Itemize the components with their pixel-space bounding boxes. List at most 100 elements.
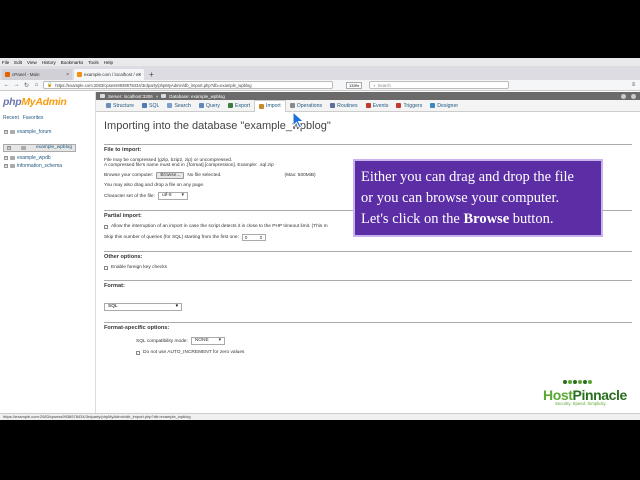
skip-queries-input[interactable]: 0 ⇕ [241, 234, 266, 241]
back-icon[interactable]: ← [3, 82, 10, 88]
tab-routines[interactable]: Routines [326, 100, 361, 112]
sidebar-item-example_wpblog[interactable]: + example_wpblog [3, 144, 77, 152]
search-input[interactable]: ⌕ Search [369, 81, 510, 89]
database-icon [10, 164, 15, 168]
main-panel: Server: localhost:3306 » Database: examp… [96, 92, 640, 413]
charset-select[interactable]: utf-8 ▾ [157, 192, 188, 200]
charset-label: Character set of the file: [104, 193, 155, 199]
browse-button[interactable]: Browse... [156, 172, 185, 179]
address-bar[interactable]: 🔒 https://example.com:2083/cpsess9938978… [43, 81, 333, 89]
menu-item-help[interactable]: Help [104, 60, 113, 65]
tab-sql[interactable]: SQL [138, 100, 163, 112]
favorites-link[interactable]: Favorites [23, 115, 44, 121]
sidebar-item-information_schema[interactable]: + information_schema [3, 162, 92, 170]
address-text: https://example.com:2083/cpsess993897843… [55, 82, 252, 88]
foreign-key-checkbox[interactable] [104, 265, 108, 270]
browser-tab-label: cPanel - Main [12, 72, 40, 77]
menu-item-edit[interactable]: Edit [14, 60, 22, 65]
zoom-level[interactable]: 133% [346, 81, 363, 89]
events-icon [365, 103, 371, 108]
new-tab-button[interactable]: + [146, 69, 157, 80]
other-options-section: Other options: Enable foreign key checks [104, 251, 632, 270]
settings-icon[interactable] [621, 93, 626, 99]
tab-export[interactable]: Export [224, 100, 254, 112]
sidebar-links: Recent Favorites [3, 115, 92, 121]
phpmyadmin-favicon-icon [77, 72, 82, 77]
sql-icon [142, 103, 148, 108]
breadcrumb-server[interactable]: Server: localhost:3306 [108, 94, 153, 99]
menu-item-tools[interactable]: Tools [88, 60, 99, 65]
compat-mode-select[interactable]: NONE ▾ [190, 337, 226, 345]
allow-interrupt-checkbox[interactable] [104, 224, 108, 229]
menu-item-bookmarks[interactable]: Bookmarks [61, 60, 84, 65]
format-select[interactable]: SQL ▾ [104, 303, 182, 311]
breadcrumb-database[interactable]: Database: example_wpblog [169, 94, 225, 99]
sidebar-item-label: example_forum [17, 129, 52, 135]
auto-increment-checkbox[interactable] [136, 350, 140, 355]
format-value: SQL [108, 304, 118, 309]
callout-line-1: Either you can drag and drop the file [361, 169, 574, 185]
tab-label: SQL [149, 102, 160, 109]
browser-tab-cpanel[interactable]: cPanel - Main × [2, 69, 72, 80]
reload-icon[interactable]: ↻ [23, 82, 30, 89]
tab-designer[interactable]: Designer [426, 100, 462, 112]
import-icon [259, 103, 265, 109]
callout-text: Let's click on the [361, 211, 464, 227]
menu-icon[interactable]: ≡ [630, 82, 637, 88]
tab-triggers[interactable]: Triggers [392, 100, 426, 112]
tab-structure[interactable]: Structure [102, 100, 138, 112]
browser-menubar: File Edit View History Bookmarks Tools Help [0, 58, 640, 66]
skip-queries-value: 0 [244, 235, 248, 240]
hostpinnacle-logo: HostPinnacle Security. Speed. Simplicity… [543, 380, 635, 415]
screen-frame: File Edit View History Bookmarks Tools Help cP… [0, 58, 640, 420]
cpanel-favicon-icon [5, 72, 10, 77]
tab-query[interactable]: Query [195, 100, 224, 112]
section-heading: Format-specific options: [104, 325, 170, 331]
navigation-sidebar: phpMyAdmin Recent Favorites + example_for… [0, 92, 96, 413]
stepper-icon: ⇕ [259, 235, 263, 240]
tab-label: Query [205, 102, 221, 109]
tab-search[interactable]: Search [163, 100, 194, 112]
tab-events[interactable]: Events [362, 100, 393, 112]
breadcrumb-separator: » [155, 93, 159, 99]
tab-label: Designer [437, 102, 459, 109]
browser-tab-phpmyadmin[interactable]: example.com / localhost / ex × [74, 69, 144, 80]
tab-label: Structure [113, 102, 135, 109]
section-heading: Format: [104, 283, 125, 289]
logo-dots-icon [563, 380, 592, 384]
sidebar-item-example_wpdb[interactable]: + example_wpdb [3, 154, 92, 162]
recent-link[interactable]: Recent [3, 115, 19, 121]
format-specific-section: Format-specific options: SQL compatibili… [104, 322, 632, 355]
expand-icon[interactable]: + [4, 156, 8, 160]
routines-icon [330, 103, 336, 108]
menu-item-history[interactable]: History [42, 60, 56, 65]
forward-icon[interactable]: → [13, 82, 20, 88]
phpmyadmin-logo[interactable]: phpMyAdmin [3, 96, 92, 108]
expand-icon[interactable]: + [4, 164, 8, 168]
expand-icon[interactable]: + [4, 130, 8, 134]
sidebar-item-label: example_wpdb [17, 155, 51, 161]
menu-item-file[interactable]: File [2, 60, 9, 65]
search-icon [167, 103, 173, 108]
close-tab-icon[interactable]: × [138, 72, 141, 78]
auto-increment-label: Do not use AUTO_INCREMENT for zero value… [143, 350, 245, 355]
home-icon[interactable]: ⌂ [33, 82, 40, 88]
browse-label: Browse your computer: [104, 173, 154, 178]
tab-import[interactable]: Import [254, 99, 286, 112]
triggers-icon [396, 103, 402, 108]
tab-label: Routines [337, 102, 358, 109]
menu-item-view[interactable]: View [27, 60, 37, 65]
compat-mode-row: SQL compatibility mode: NONE ▾ [104, 337, 632, 345]
logo-text-php: php [3, 96, 22, 108]
database-list: + example_forum + example_wpblog + example_wp… [3, 128, 92, 170]
close-tab-icon[interactable]: × [66, 72, 69, 78]
sidebar-item-example_forum[interactable]: + example_forum [3, 128, 92, 136]
section-heading: File to import: [104, 147, 142, 153]
collapse-icon[interactable] [631, 93, 636, 99]
sidebar-item-label: example_wpblog [36, 145, 73, 150]
expand-icon[interactable]: + [7, 146, 11, 150]
compat-mode-label: SQL compatibility mode: [136, 338, 188, 344]
tab-operations[interactable]: Operations [286, 100, 326, 112]
no-file-text: No file selected. [187, 173, 222, 178]
foreign-key-label: Enable foreign key checks [111, 265, 167, 270]
